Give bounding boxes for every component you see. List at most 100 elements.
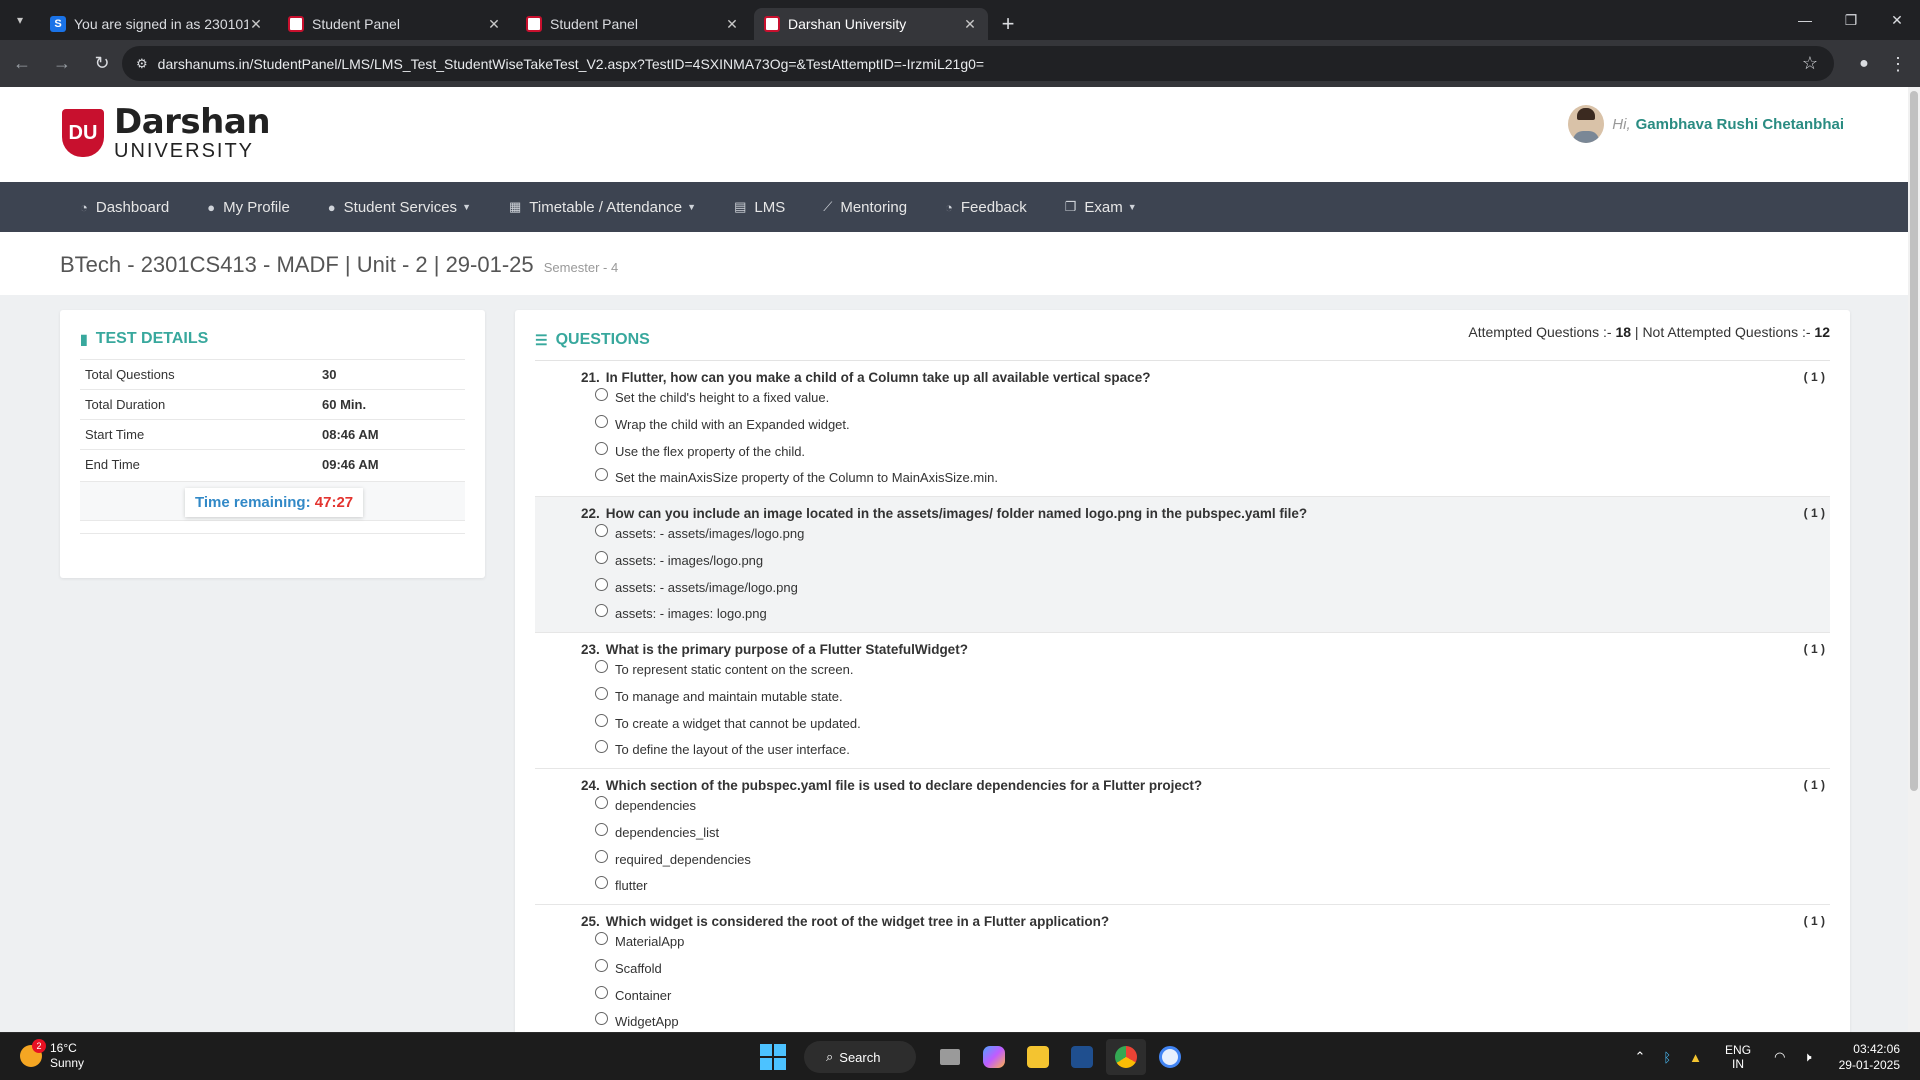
file-explorer-icon[interactable] [1018,1039,1058,1075]
option-label[interactable]: To define the layout of the user interfa… [615,742,850,757]
system-clock[interactable]: 03:42:06 29-01-2025 [1839,1041,1900,1073]
scrollbar-thumb[interactable] [1910,91,1918,791]
option-radio[interactable]: dependencies [595,796,696,813]
weather-widget[interactable]: 2 16°C Sunny [20,1039,84,1071]
radio-button[interactable] [595,415,608,428]
darshan-logo[interactable]: DU Darshan UNIVERSITY [62,105,271,161]
option-radio[interactable]: Scaffold [595,959,662,976]
option-label[interactable]: Set the mainAxisSize property of the Col… [615,470,998,485]
radio-button[interactable] [595,850,608,863]
nav-student-services[interactable]: ● Student Services ▼ [328,199,471,216]
option-radio[interactable]: WidgetApp [595,1012,679,1029]
restore-icon[interactable]: ❐ [1828,0,1874,40]
radio-button[interactable] [595,876,608,889]
user-name[interactable]: Gambhava Rushi Chetanbhai [1636,116,1844,133]
radio-button[interactable] [595,578,608,591]
site-info-icon[interactable]: ⚙ [136,56,148,72]
option-label[interactable]: Container [615,988,671,1003]
minimize-icon[interactable]: — [1782,0,1828,40]
nav-lms[interactable]: ▤ LMS [734,199,785,216]
option-radio[interactable]: assets: - assets/image/logo.png [595,578,798,595]
radio-button[interactable] [595,524,608,537]
dev-app-icon[interactable] [1062,1039,1102,1075]
radio-button[interactable] [595,442,608,455]
bluetooth-icon[interactable]: ᛒ [1663,1050,1671,1065]
option-label[interactable]: WidgetApp [615,1014,679,1029]
volume-muted-icon[interactable]: 🕨 [1803,1049,1811,1065]
option-label[interactable]: required_dependencies [615,852,751,867]
radio-button[interactable] [595,551,608,564]
option-radio[interactable]: To define the layout of the user interfa… [595,740,850,757]
copilot-icon[interactable] [974,1039,1014,1075]
radio-button[interactable] [595,714,608,727]
nav-my-profile[interactable]: ● My Profile [207,199,290,216]
option-label[interactable]: MaterialApp [615,934,684,949]
option-radio[interactable]: Set the child's height to a fixed value. [595,388,829,405]
option-radio[interactable]: assets: - images/logo.png [595,551,763,568]
android-studio-icon[interactable] [1150,1039,1190,1075]
chevron-up-icon[interactable]: ⌃ [1634,1049,1645,1065]
option-radio[interactable]: required_dependencies [595,850,751,867]
option-radio[interactable]: assets: - images: logo.png [595,604,767,621]
nav-timetable-attendance[interactable]: ▦ Timetable / Attendance ▼ [509,199,696,216]
radio-button[interactable] [595,660,608,673]
user-greeting[interactable]: Hi, Gambhava Rushi Chetanbhai [1568,105,1844,143]
option-label[interactable]: assets: - assets/image/logo.png [615,580,798,595]
option-radio[interactable]: flutter [595,876,648,893]
option-radio[interactable]: assets: - assets/images/logo.png [595,524,804,541]
windows-start-icon[interactable] [760,1044,786,1070]
radio-button[interactable] [595,388,608,401]
option-label[interactable]: Wrap the child with an Expanded widget. [615,417,850,432]
option-label[interactable]: To manage and maintain mutable state. [615,689,843,704]
tab-close-icon[interactable]: ✕ [962,16,978,33]
browser-menu-icon[interactable]: ⋮ [1886,50,1910,78]
option-radio[interactable]: dependencies_list [595,823,719,840]
tab-close-icon[interactable]: ✕ [248,16,264,33]
task-view-icon[interactable] [930,1039,970,1075]
option-radio[interactable]: Set the mainAxisSize property of the Col… [595,468,998,485]
option-label[interactable]: dependencies [615,798,696,813]
nav-exam[interactable]: ❐ Exam ▼ [1065,199,1137,216]
option-radio[interactable]: To create a widget that cannot be update… [595,714,861,731]
reload-icon[interactable]: ↻ [84,46,120,82]
tab-close-icon[interactable]: ✕ [486,16,502,33]
nav-mentoring[interactable]: ⟋ Mentoring [823,199,907,216]
option-label[interactable]: To represent static content on the scree… [615,662,853,677]
url-text[interactable]: darshanums.in/StudentPanel/LMS/LMS_Test_… [158,56,984,72]
option-label[interactable]: To create a widget that cannot be update… [615,716,861,731]
option-label[interactable]: assets: - assets/images/logo.png [615,526,804,541]
option-label[interactable]: Use the flex property of the child. [615,444,805,459]
taskbar-search[interactable]: ⌕ Search [804,1041,916,1073]
radio-button[interactable] [595,932,608,945]
browser-tab-3[interactable]: Student Panel ✕ [516,8,750,40]
option-radio[interactable]: Container [595,986,671,1003]
language-indicator[interactable]: ENG IN [1725,1043,1751,1071]
radio-button[interactable] [595,687,608,700]
profile-icon[interactable]: ● [1850,50,1878,78]
radio-button[interactable] [595,468,608,481]
browser-tab-2[interactable]: Student Panel ✕ [278,8,512,40]
radio-button[interactable] [595,823,608,836]
forward-icon[interactable]: → [44,46,80,82]
option-label[interactable]: assets: - images/logo.png [615,553,763,568]
radio-button[interactable] [595,959,608,972]
back-icon[interactable]: ← [4,46,40,82]
radio-button[interactable] [595,604,608,617]
option-radio[interactable]: MaterialApp [595,932,684,949]
chrome-icon[interactable] [1106,1039,1146,1075]
nav-dashboard[interactable]: ◔ Dashboard [80,199,169,216]
bookmark-star-icon[interactable]: ☆ [1802,53,1818,74]
option-label[interactable]: Scaffold [615,961,662,976]
option-radio[interactable]: To manage and maintain mutable state. [595,687,843,704]
page-scrollbar[interactable] [1908,87,1920,1032]
wifi-icon[interactable]: ◠ [1774,1049,1785,1065]
radio-button[interactable] [595,796,608,809]
new-tab-button[interactable]: + [992,8,1024,40]
tab-close-icon[interactable]: ✕ [724,16,740,33]
radio-button[interactable] [595,740,608,753]
option-radio[interactable]: Use the flex property of the child. [595,442,805,459]
option-radio[interactable]: Wrap the child with an Expanded widget. [595,415,850,432]
option-label[interactable]: dependencies_list [615,825,719,840]
radio-button[interactable] [595,986,608,999]
security-warning-icon[interactable]: ▲ [1689,1050,1702,1065]
